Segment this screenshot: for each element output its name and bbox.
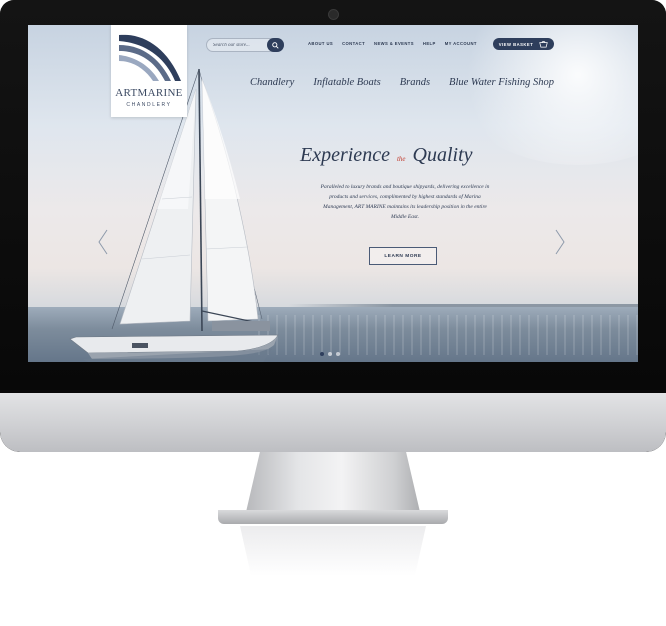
- main-nav-blue-water-fishing-shop[interactable]: Blue Water Fishing Shop: [449, 77, 554, 88]
- basket-icon: [539, 40, 549, 47]
- imac-monitor: ARTMARINE CHANDLERY ABOUT US CONTACT NEW…: [0, 0, 666, 452]
- search-input[interactable]: [213, 40, 263, 50]
- search-box: [206, 38, 284, 52]
- top-nav-my-account[interactable]: MY ACCOUNT: [445, 41, 477, 46]
- top-nav-help[interactable]: HELP: [423, 41, 436, 46]
- hero-description: Paralleled to luxury brands and boutique…: [320, 184, 490, 220]
- brand-name-prefix: ART: [115, 87, 138, 99]
- hero-title-connector: the: [396, 155, 406, 163]
- top-nav-about-us[interactable]: ABOUT US: [308, 41, 333, 46]
- main-nav-brands[interactable]: Brands: [400, 77, 430, 88]
- website-screen: ARTMARINE CHANDLERY ABOUT US CONTACT NEW…: [28, 25, 638, 362]
- slider-dot-2[interactable]: [328, 352, 332, 356]
- top-nav-contact[interactable]: CONTACT: [342, 41, 365, 46]
- brand-name: ARTMARINE: [111, 87, 187, 99]
- slider-dot-1[interactable]: [320, 352, 324, 356]
- main-nav-chandlery[interactable]: Chandlery: [250, 77, 294, 88]
- brand-subtitle: CHANDLERY: [126, 102, 172, 108]
- main-nav: Chandlery Inflatable Boats Brands Blue W…: [250, 77, 554, 88]
- learn-more-button[interactable]: LEARN MORE: [369, 247, 437, 265]
- hero-title: Experience the Quality: [300, 144, 510, 167]
- sail-logo-icon: [119, 34, 181, 81]
- hero-title-part2: Quality: [412, 144, 473, 166]
- view-basket-button[interactable]: VIEW BASKET: [493, 38, 554, 50]
- monitor-chin: [0, 393, 666, 452]
- slider-dots: [320, 352, 340, 356]
- slider-dot-3[interactable]: [336, 352, 340, 356]
- top-nav-news-events[interactable]: NEWS & EVENTS: [374, 41, 414, 46]
- monitor-stand-base: [218, 510, 448, 524]
- search-icon: [272, 41, 279, 49]
- search-button[interactable]: [267, 38, 284, 52]
- artmarine-logo[interactable]: ARTMARINE CHANDLERY: [111, 25, 187, 117]
- monitor-stand: [246, 452, 420, 512]
- main-nav-inflatable-boats[interactable]: Inflatable Boats: [313, 77, 380, 88]
- top-nav: ABOUT US CONTACT NEWS & EVENTS HELP MY A…: [308, 41, 477, 46]
- chevron-left-icon[interactable]: [98, 229, 108, 255]
- stand-reflection: [240, 526, 426, 576]
- hero-title-part1: Experience: [300, 144, 390, 166]
- chevron-right-icon[interactable]: [555, 229, 565, 255]
- camera-icon: [328, 9, 339, 20]
- sea-sparkle: [258, 315, 638, 355]
- view-basket-label: VIEW BASKET: [498, 41, 534, 47]
- brand-name-suffix: MARINE: [137, 87, 183, 99]
